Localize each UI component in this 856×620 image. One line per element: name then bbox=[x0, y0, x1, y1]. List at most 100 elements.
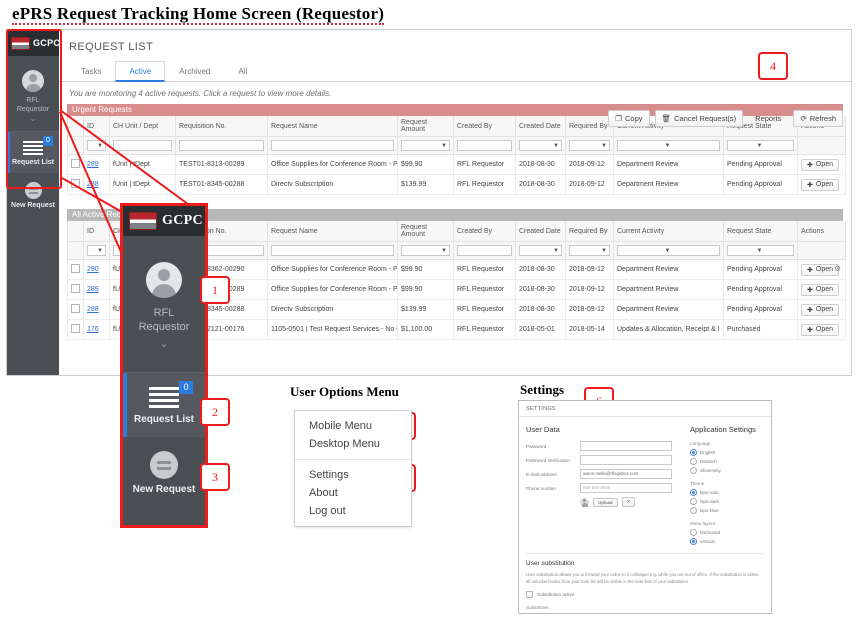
col-request-amount[interactable]: Request Amount bbox=[397, 116, 454, 137]
tab-all[interactable]: All bbox=[224, 61, 261, 81]
filter-request-amount[interactable]: ▼ bbox=[397, 136, 454, 155]
phone-field[interactable]: 555-555-5555 bbox=[580, 483, 672, 493]
filter-required-by[interactable]: ▼ bbox=[565, 136, 614, 155]
filter-id[interactable]: ▼ bbox=[83, 241, 110, 260]
panel-brand-logo[interactable]: GCPC bbox=[123, 206, 205, 236]
cell-actions[interactable]: ✚ Open bbox=[797, 154, 846, 175]
filter-created-by[interactable] bbox=[453, 241, 516, 260]
row-checkbox[interactable] bbox=[67, 299, 84, 320]
filter-request-name[interactable] bbox=[267, 241, 398, 260]
menu-layout-option-vertical[interactable]: vertical bbox=[690, 538, 764, 545]
cell-id[interactable]: 289 bbox=[83, 279, 110, 300]
filter-created-by[interactable] bbox=[453, 136, 516, 155]
filter-id[interactable]: ▼ bbox=[83, 136, 110, 155]
substitutes-select[interactable]: ▼ bbox=[526, 613, 592, 614]
filter-created-date[interactable]: ▼ bbox=[515, 241, 566, 260]
tab-active[interactable]: Active bbox=[115, 61, 166, 82]
menu-layout-option-horizontal[interactable]: horizontal bbox=[690, 529, 764, 536]
copy-button[interactable]: ❐ Copy bbox=[608, 110, 650, 127]
filter-request-amount[interactable]: ▼ bbox=[397, 241, 454, 260]
cell-id[interactable]: 176 bbox=[83, 319, 110, 340]
email-field[interactable]: aaron.mello@rflogistics.com bbox=[580, 469, 672, 479]
filter-unit[interactable] bbox=[109, 136, 176, 155]
col-request-state[interactable]: Request State bbox=[723, 221, 798, 242]
cancel-requests-button[interactable]: 🗑 Cancel Request(s) bbox=[654, 110, 744, 127]
panel-item-new-request[interactable]: New Request bbox=[123, 437, 205, 507]
language-option-deutsch[interactable]: Deutsch bbox=[690, 458, 764, 465]
filter-created-date[interactable]: ▼ bbox=[515, 136, 566, 155]
open-button[interactable]: ✚ Open bbox=[801, 158, 839, 171]
filter-request-state[interactable]: ▼ bbox=[723, 241, 798, 260]
cell-created-date: 2018-08-30 bbox=[515, 299, 566, 320]
substitution-active-row[interactable]: Substitution active bbox=[526, 591, 764, 598]
tab-tasks[interactable]: Tasks bbox=[67, 61, 115, 81]
theme-option-blue[interactable]: lspo-blue bbox=[690, 507, 764, 514]
theme-option-dark[interactable]: lspo-dark bbox=[690, 498, 764, 505]
cell-actions[interactable]: ✚ Open bbox=[797, 299, 846, 320]
language-option-english[interactable]: English bbox=[690, 449, 764, 456]
cell-actions[interactable]: ✚ Open bbox=[797, 319, 846, 340]
table-row[interactable]: 288 fUnit | tDept TEST01-8345-00288 Dire… bbox=[67, 174, 846, 195]
filter-requisition-no[interactable] bbox=[175, 136, 268, 155]
cell-id[interactable]: 289 bbox=[83, 154, 110, 175]
cell-created-date: 2018-08-30 bbox=[515, 279, 566, 300]
col-actions: Actions bbox=[797, 221, 846, 242]
col-request-amount[interactable]: Request Amount bbox=[397, 221, 454, 242]
menu-item-log-out[interactable]: Log out bbox=[295, 502, 411, 520]
cell-id[interactable]: 290 bbox=[83, 259, 110, 280]
row-checkbox[interactable] bbox=[67, 174, 84, 195]
row-checkbox[interactable] bbox=[67, 279, 84, 300]
filter-icon: ▼ bbox=[553, 142, 559, 149]
password-field[interactable] bbox=[580, 441, 672, 451]
col-requisition-no[interactable]: Requisition No. bbox=[175, 116, 268, 137]
grid-settings-gear-icon[interactable]: ⚙ bbox=[834, 264, 841, 273]
filter-request-name[interactable] bbox=[267, 136, 398, 155]
col-created-by[interactable]: Created By bbox=[453, 116, 516, 137]
theme-option-valo[interactable]: lspo-valo bbox=[690, 489, 764, 496]
cell-id[interactable]: 288 bbox=[83, 299, 110, 320]
col-request-name[interactable]: Request Name bbox=[267, 221, 398, 242]
col-required-by[interactable]: Required By bbox=[565, 221, 614, 242]
cell-actions[interactable]: ✚ Open bbox=[797, 279, 846, 300]
col-required-by[interactable]: Required By bbox=[565, 116, 614, 137]
callout-1: 1 bbox=[200, 276, 230, 304]
password-verification-field[interactable] bbox=[580, 455, 672, 465]
tab-archived[interactable]: Archived bbox=[165, 61, 224, 81]
open-button[interactable]: ✚ Open bbox=[801, 323, 839, 336]
table-row[interactable]: 289 fUnit | tDept TEST01-8313-00289 Offi… bbox=[67, 154, 846, 175]
upload-button[interactable]: Upload bbox=[593, 497, 618, 507]
menu-item-mobile-menu[interactable]: Mobile Menu bbox=[295, 417, 411, 435]
open-button[interactable]: ✚ Open bbox=[801, 178, 839, 191]
col-created-date[interactable]: Created Date bbox=[515, 116, 566, 137]
open-button[interactable]: ✚ Open bbox=[801, 283, 839, 296]
row-checkbox[interactable] bbox=[67, 319, 84, 340]
col-current-activity[interactable]: Current Activity bbox=[613, 221, 724, 242]
col-request-name[interactable]: Request Name bbox=[267, 116, 398, 137]
checkbox-icon bbox=[71, 324, 80, 333]
reports-button[interactable]: Reports bbox=[748, 110, 788, 127]
panel-item-request-list[interactable]: 0 Request List bbox=[123, 373, 205, 437]
cell-id[interactable]: 288 bbox=[83, 174, 110, 195]
filter-request-state[interactable]: ▼ bbox=[723, 136, 798, 155]
refresh-button[interactable]: ⟳ Refresh bbox=[793, 110, 843, 127]
col-id[interactable]: ID bbox=[83, 116, 110, 137]
menu-item-about[interactable]: About bbox=[295, 484, 411, 502]
col-created-by[interactable]: Created By bbox=[453, 221, 516, 242]
menu-item-settings[interactable]: Settings bbox=[295, 466, 411, 484]
filter-current-activity[interactable]: ▼ bbox=[613, 136, 724, 155]
col-unit[interactable]: CH Unit / Dept bbox=[109, 116, 176, 137]
row-checkbox[interactable] bbox=[67, 154, 84, 175]
language-option-slovensky[interactable]: Slovensky bbox=[690, 467, 764, 474]
panel-user-profile[interactable]: RFL Requestor ⌄ bbox=[123, 236, 205, 373]
row-checkbox[interactable] bbox=[67, 259, 84, 280]
chevron-down-icon[interactable]: ⌄ bbox=[123, 337, 205, 350]
filter-current-activity[interactable]: ▼ bbox=[613, 241, 724, 260]
open-button[interactable]: ✚ Open bbox=[801, 303, 839, 316]
col-created-date[interactable]: Created Date bbox=[515, 221, 566, 242]
col-id[interactable]: ID bbox=[83, 221, 110, 242]
cell-actions[interactable]: ✚ Open bbox=[797, 174, 846, 195]
cell-request-name: Office Supplies for Conference Room - PL bbox=[267, 279, 398, 300]
filter-required-by[interactable]: ▼ bbox=[565, 241, 614, 260]
clear-avatar-button[interactable]: ✕ bbox=[621, 497, 636, 507]
menu-item-desktop-menu[interactable]: Desktop Menu bbox=[295, 435, 411, 453]
